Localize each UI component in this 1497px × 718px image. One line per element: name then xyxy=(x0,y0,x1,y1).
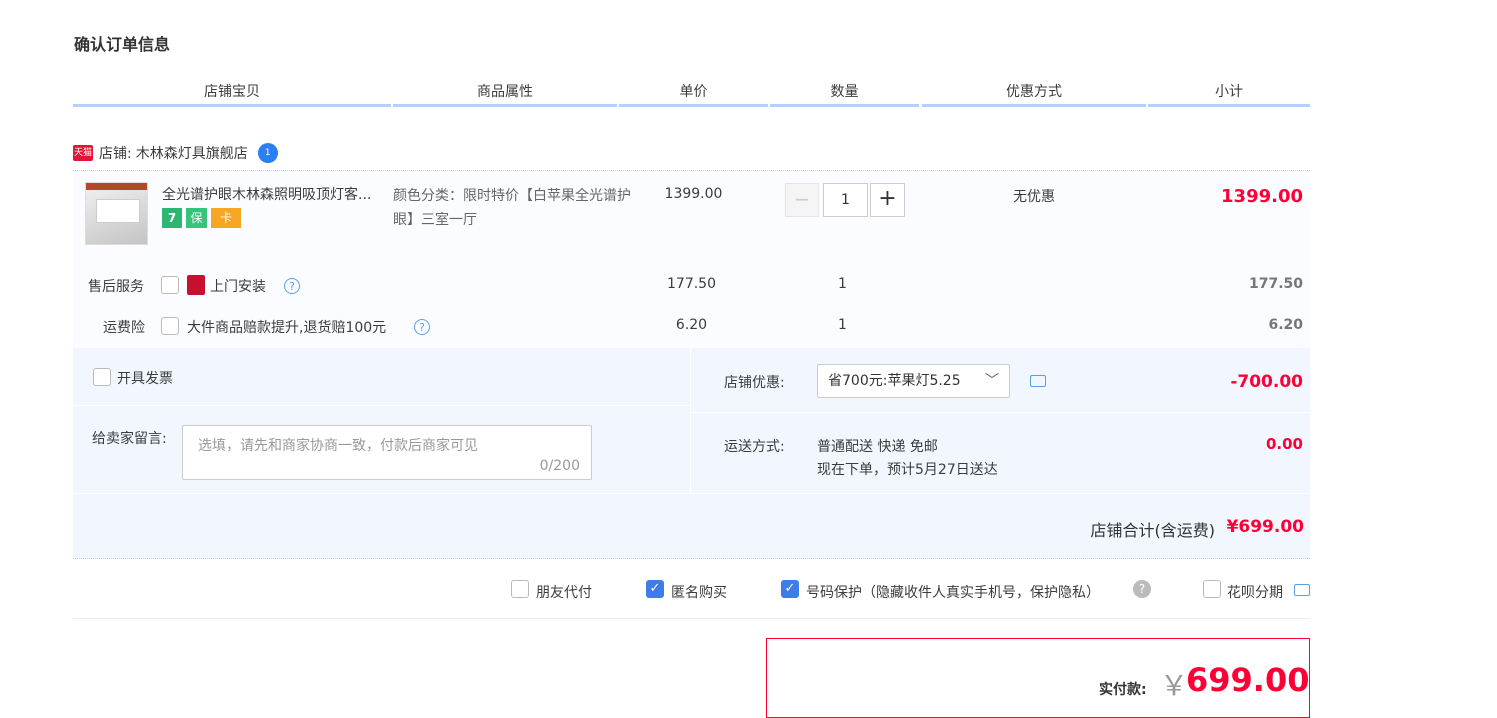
insurance-option-label: 大件商品赔款提升,退货赔100元 xyxy=(187,320,387,336)
shop-total-label: 店铺合计(含运费) xyxy=(1090,521,1216,540)
memo-label: 给卖家留言: xyxy=(92,431,167,447)
phone-protect-checkbox[interactable]: ✓ xyxy=(781,580,799,598)
payment-label: 实付款: xyxy=(1099,682,1147,698)
install-service-icon xyxy=(187,275,205,295)
insurance-label: 运费险 xyxy=(103,320,145,336)
anonymous-label: 匿名购买 xyxy=(671,585,727,601)
column-header-attributes: 商品属性 xyxy=(393,82,617,107)
memo-placeholder: 选填，请先和商家协商一致，付款后商家可见 xyxy=(198,438,478,454)
service-price: 177.50 xyxy=(667,276,716,292)
help-icon[interactable]: ? xyxy=(284,278,300,294)
shop-total-amount: ¥699.00 xyxy=(1226,517,1304,537)
shipping-method: 普通配送 快递 免邮 xyxy=(817,439,938,455)
service-install-checkbox[interactable] xyxy=(161,276,179,294)
divider xyxy=(73,405,690,406)
anonymous-checkbox[interactable]: ✓ xyxy=(646,580,664,598)
divider xyxy=(73,618,1310,619)
unit-price: 1399.00 xyxy=(664,186,723,202)
item-subtotal: 1399.00 xyxy=(1221,186,1303,207)
product-attribute: 颜色分类：限时特价【白苹果全光谱护眼】三室一厅 xyxy=(393,188,631,228)
shop-discount-select[interactable]: 省700元:苹果灯5.25 ﹀ xyxy=(817,364,1010,398)
service-subtotal: 177.50 xyxy=(1248,276,1303,292)
column-header-unit-price: 单价 xyxy=(619,82,768,107)
column-header-subtotal: 小计 xyxy=(1148,82,1310,107)
chevron-down-icon: ﹀ xyxy=(985,373,999,389)
message-icon[interactable] xyxy=(1030,375,1046,387)
quantity-plus-button[interactable]: + xyxy=(870,183,905,217)
service-option-label: 上门安装 xyxy=(210,279,266,295)
payment-amount: 699.00 xyxy=(1186,661,1310,699)
huabei-label: 花呗分期 xyxy=(1227,585,1283,601)
memo-textarea[interactable]: 选填，请先和商家协商一致，付款后商家可见 0/200 xyxy=(182,425,592,480)
tmall-icon: 天猫 xyxy=(73,145,93,161)
memo-counter: 0/200 xyxy=(539,458,580,474)
huabei-checkbox[interactable] xyxy=(1203,580,1221,598)
chat-icon[interactable]: 1 xyxy=(257,143,278,163)
insurance-subtotal: 6.20 xyxy=(1268,317,1303,333)
shipping-eta: 现在下单，预计5月27日送达 xyxy=(817,462,998,478)
insurance-qty: 1 xyxy=(838,317,847,333)
seven-day-return-icon[interactable]: 7 xyxy=(162,208,182,228)
service-qty: 1 xyxy=(838,276,847,292)
shop-label: 店铺: xyxy=(99,146,132,162)
quantity-input[interactable]: 1 xyxy=(823,183,868,217)
guarantee-icon[interactable]: 保 xyxy=(186,208,207,228)
friend-pay-label: 朋友代付 xyxy=(536,585,592,601)
shop-discount-label: 店铺优惠: xyxy=(724,375,785,391)
shop-discount-amount: -700.00 xyxy=(1230,372,1303,392)
column-header-quantity: 数量 xyxy=(770,82,919,107)
discount-method: 无优惠 xyxy=(1013,189,1055,205)
divider xyxy=(690,348,691,493)
phone-protect-label: 号码保护（隐藏收件人真实手机号，保护隐私） xyxy=(806,585,1100,601)
help-icon[interactable]: ? xyxy=(414,319,430,335)
shop-discount-selected: 省700元:苹果灯5.25 xyxy=(828,373,961,389)
message-icon[interactable] xyxy=(1294,584,1310,596)
quantity-minus-button[interactable]: − xyxy=(785,183,819,217)
column-header-discount: 优惠方式 xyxy=(922,82,1146,107)
invoice-label: 开具发票 xyxy=(117,371,173,387)
shipping-label: 运送方式: xyxy=(724,439,785,455)
divider xyxy=(73,493,1310,494)
friend-pay-checkbox[interactable] xyxy=(511,580,529,598)
insurance-price: 6.20 xyxy=(675,317,708,333)
column-header-shop-item: 店铺宝贝 xyxy=(73,82,391,107)
invoice-checkbox[interactable] xyxy=(93,368,111,386)
shipping-amount: 0.00 xyxy=(1265,435,1303,453)
help-icon[interactable]: ? xyxy=(1133,580,1151,598)
product-name-link[interactable]: 全光谱护眼木林森照明吸顶灯客... xyxy=(162,184,387,204)
page-title: 确认订单信息 xyxy=(74,35,171,54)
card-icon[interactable]: 卡 xyxy=(211,208,241,228)
shop-row: 天猫 店铺: 木林森灯具旗舰店 1 xyxy=(73,140,278,166)
shop-name-link[interactable]: 木林森灯具旗舰店 xyxy=(136,143,248,163)
service-label: 售后服务 xyxy=(88,279,144,295)
insurance-checkbox[interactable] xyxy=(161,317,179,335)
divider xyxy=(691,412,1310,413)
payment-currency: ￥ xyxy=(1160,669,1189,702)
product-thumbnail[interactable] xyxy=(85,182,148,245)
